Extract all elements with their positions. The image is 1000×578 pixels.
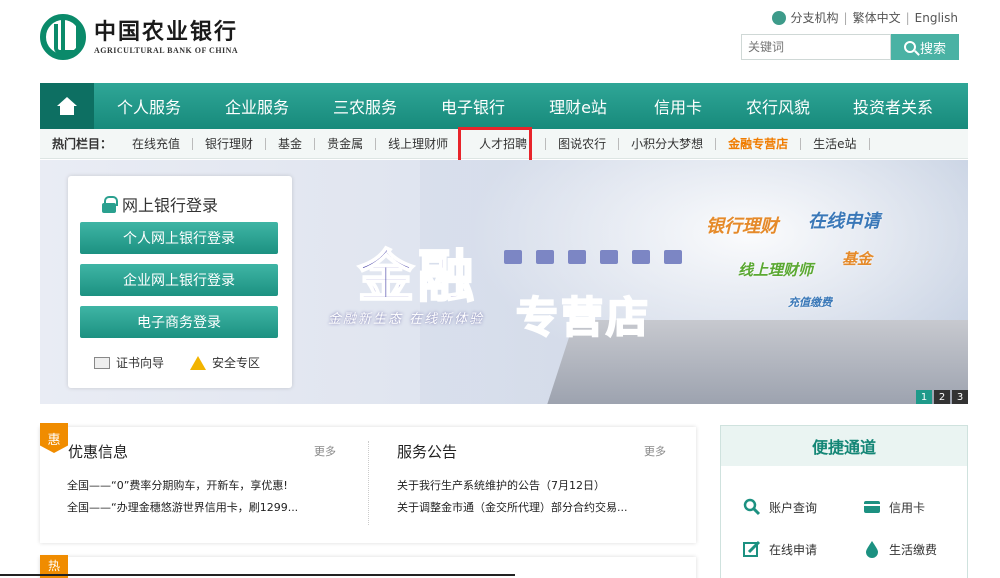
notice-item[interactable]: 关于我行生产系统维护的公告（7月12日） (397, 475, 628, 497)
login-title: 网上银行登录 (102, 192, 218, 216)
hot-item-advisor[interactable]: 线上理财师 (376, 137, 462, 150)
quick-life-payment[interactable]: 生活缴费 (863, 540, 937, 558)
banner-tag-payment: 充值缴费 (788, 296, 832, 309)
nav-credit-card[interactable]: 信用卡 (630, 83, 726, 129)
divider (368, 441, 369, 525)
promo-more-link[interactable]: 更多 (314, 443, 336, 459)
online-banking-login-panel: 网上银行登录 个人网上银行登录 企业网上银行登录 电子商务登录 证书向导 安全专… (68, 176, 292, 388)
nav-investors[interactable]: 投资者关系 (830, 83, 956, 129)
main-nav: 个人服务 企业服务 三农服务 电子银行 理财e站 信用卡 农行风貌 投资者关系 (40, 83, 968, 129)
nav-home[interactable] (40, 83, 94, 129)
banner-service-icons (504, 250, 682, 264)
hot-item-points[interactable]: 小积分大梦想 (619, 137, 717, 150)
logo-english-name: AGRICULTURAL BANK OF CHINA (94, 45, 239, 55)
search-input[interactable] (741, 34, 891, 60)
separator: | (843, 10, 848, 25)
banner-tag-apply: 在线申请 (808, 211, 880, 232)
quick-account-query[interactable]: 账户查询 (743, 498, 817, 516)
quick-online-apply-label: 在线申请 (769, 542, 818, 557)
quick-life-payment-label: 生活缴费 (889, 542, 938, 557)
lock-icon (102, 196, 118, 213)
quick-access-panel: 便捷通道 账户查询 信用卡 在线申请 生活缴费 (720, 425, 968, 578)
nav-personal[interactable]: 个人服务 (94, 83, 204, 129)
nav-wealth[interactable]: 理财e站 (526, 83, 630, 129)
discount-badge: 惠 (40, 423, 68, 453)
cert-guide-label: 证书向导 (116, 356, 165, 370)
search-icon (743, 498, 761, 516)
hot-item-life[interactable]: 生活e站 (801, 137, 870, 150)
info-panel: 惠 优惠信息 更多 全国——“0”费率分期购车，开新车，享优惠! 全国——“办理… (40, 423, 696, 543)
water-drop-icon (866, 541, 878, 558)
hot-item-gallery[interactable]: 图说农行 (546, 137, 620, 150)
search-button-label: 搜索 (919, 41, 946, 57)
cart-icon (536, 250, 554, 264)
login-title-text: 网上银行登录 (122, 196, 219, 215)
hot-item-recharge[interactable]: 在线充值 (120, 137, 194, 150)
link-branches[interactable]: 分支机构 (791, 9, 839, 26)
window-edge (0, 574, 515, 576)
pager-3[interactable]: 3 (952, 390, 968, 404)
hot-item-metal[interactable]: 贵金属 (315, 137, 377, 150)
promo-item[interactable]: 全国——“0”费率分期购车，开新车，享优惠! (67, 475, 298, 497)
warning-icon (190, 355, 207, 370)
banner-title-2: 专营店 (515, 292, 652, 343)
globe-icon (771, 10, 786, 25)
chart-icon (504, 250, 522, 264)
banner-tag-advisor: 线上理财师 (738, 261, 814, 279)
promo-list: 全国——“0”费率分期购车，开新车，享优惠! 全国——“办理金穗悠游世界信用卡，… (67, 475, 298, 519)
promo-title: 优惠信息 (68, 443, 129, 461)
wallet-icon (568, 250, 586, 264)
nav-about[interactable]: 农行风貌 (726, 83, 830, 129)
quick-credit-card-label: 信用卡 (889, 500, 926, 515)
pager-1[interactable]: 1 (916, 390, 932, 404)
nav-agriculture[interactable]: 三农服务 (310, 83, 420, 129)
corporate-login-button[interactable]: 企业网上银行登录 (80, 264, 278, 296)
hot-item-finance-store[interactable]: 金融专营店 (716, 137, 802, 150)
top-links: 分支机构 | 繁体中文 | English (771, 9, 958, 26)
nav-corporate[interactable]: 企业服务 (204, 83, 310, 129)
hot-columns-label: 热门栏目： (52, 137, 113, 151)
banner-pager: 1 2 3 (916, 390, 968, 404)
security-zone-link[interactable]: 安全专区 (190, 354, 260, 371)
pos-icon (600, 250, 618, 264)
login-links: 证书向导 安全专区 (94, 354, 260, 371)
search-bar: 搜索 (741, 34, 959, 60)
personal-login-button[interactable]: 个人网上银行登录 (80, 222, 278, 254)
pager-2[interactable]: 2 (934, 390, 950, 404)
quick-credit-card[interactable]: 信用卡 (863, 498, 925, 516)
security-zone-label: 安全专区 (212, 356, 261, 370)
hot-item-fund[interactable]: 基金 (266, 137, 316, 150)
quick-access-title: 便捷通道 (721, 426, 967, 466)
banner-tag-wealth: 银行理财 (706, 216, 778, 237)
link-english[interactable]: English (915, 11, 958, 25)
quick-account-query-label: 账户查询 (769, 500, 818, 515)
promo-item[interactable]: 全国——“办理金穗悠游世界信用卡，刷1299... (67, 497, 298, 519)
ecommerce-login-button[interactable]: 电子商务登录 (80, 306, 278, 338)
user-icon (664, 250, 682, 264)
notice-item[interactable]: 关于调整金市通（金交所代理）部分合约交易... (397, 497, 628, 519)
banner-title-1: 金融 (357, 244, 478, 311)
abc-logo-icon (40, 14, 86, 60)
link-traditional-chinese[interactable]: 繁体中文 (853, 9, 901, 26)
search-button[interactable]: 搜索 (891, 34, 959, 60)
home-icon (57, 97, 77, 115)
quick-online-apply[interactable]: 在线申请 (743, 540, 817, 558)
logo-chinese-name: 中国农业银行 (94, 19, 239, 45)
certificate-icon (94, 356, 110, 369)
separator: | (905, 10, 910, 25)
credit-card-icon (864, 501, 880, 513)
notice-list: 关于我行生产系统维护的公告（7月12日） 关于调整金市通（金交所代理）部分合约交… (397, 475, 628, 519)
bank-logo[interactable]: 中国农业银行 AGRICULTURAL BANK OF CHINA (40, 14, 238, 60)
hot-item-wealth[interactable]: 银行理财 (193, 137, 267, 150)
banner-slogan: 金融新生态 在线新体验 (328, 312, 485, 327)
nav-ebanking[interactable]: 电子银行 (420, 83, 526, 129)
notice-title: 服务公告 (397, 443, 458, 461)
search-icon (903, 41, 916, 53)
edit-icon (743, 540, 761, 557)
cert-guide-link[interactable]: 证书向导 (94, 354, 164, 371)
notice-more-link[interactable]: 更多 (644, 443, 666, 459)
banner-tag-fund: 基金 (842, 250, 873, 268)
chat-icon (632, 250, 650, 264)
